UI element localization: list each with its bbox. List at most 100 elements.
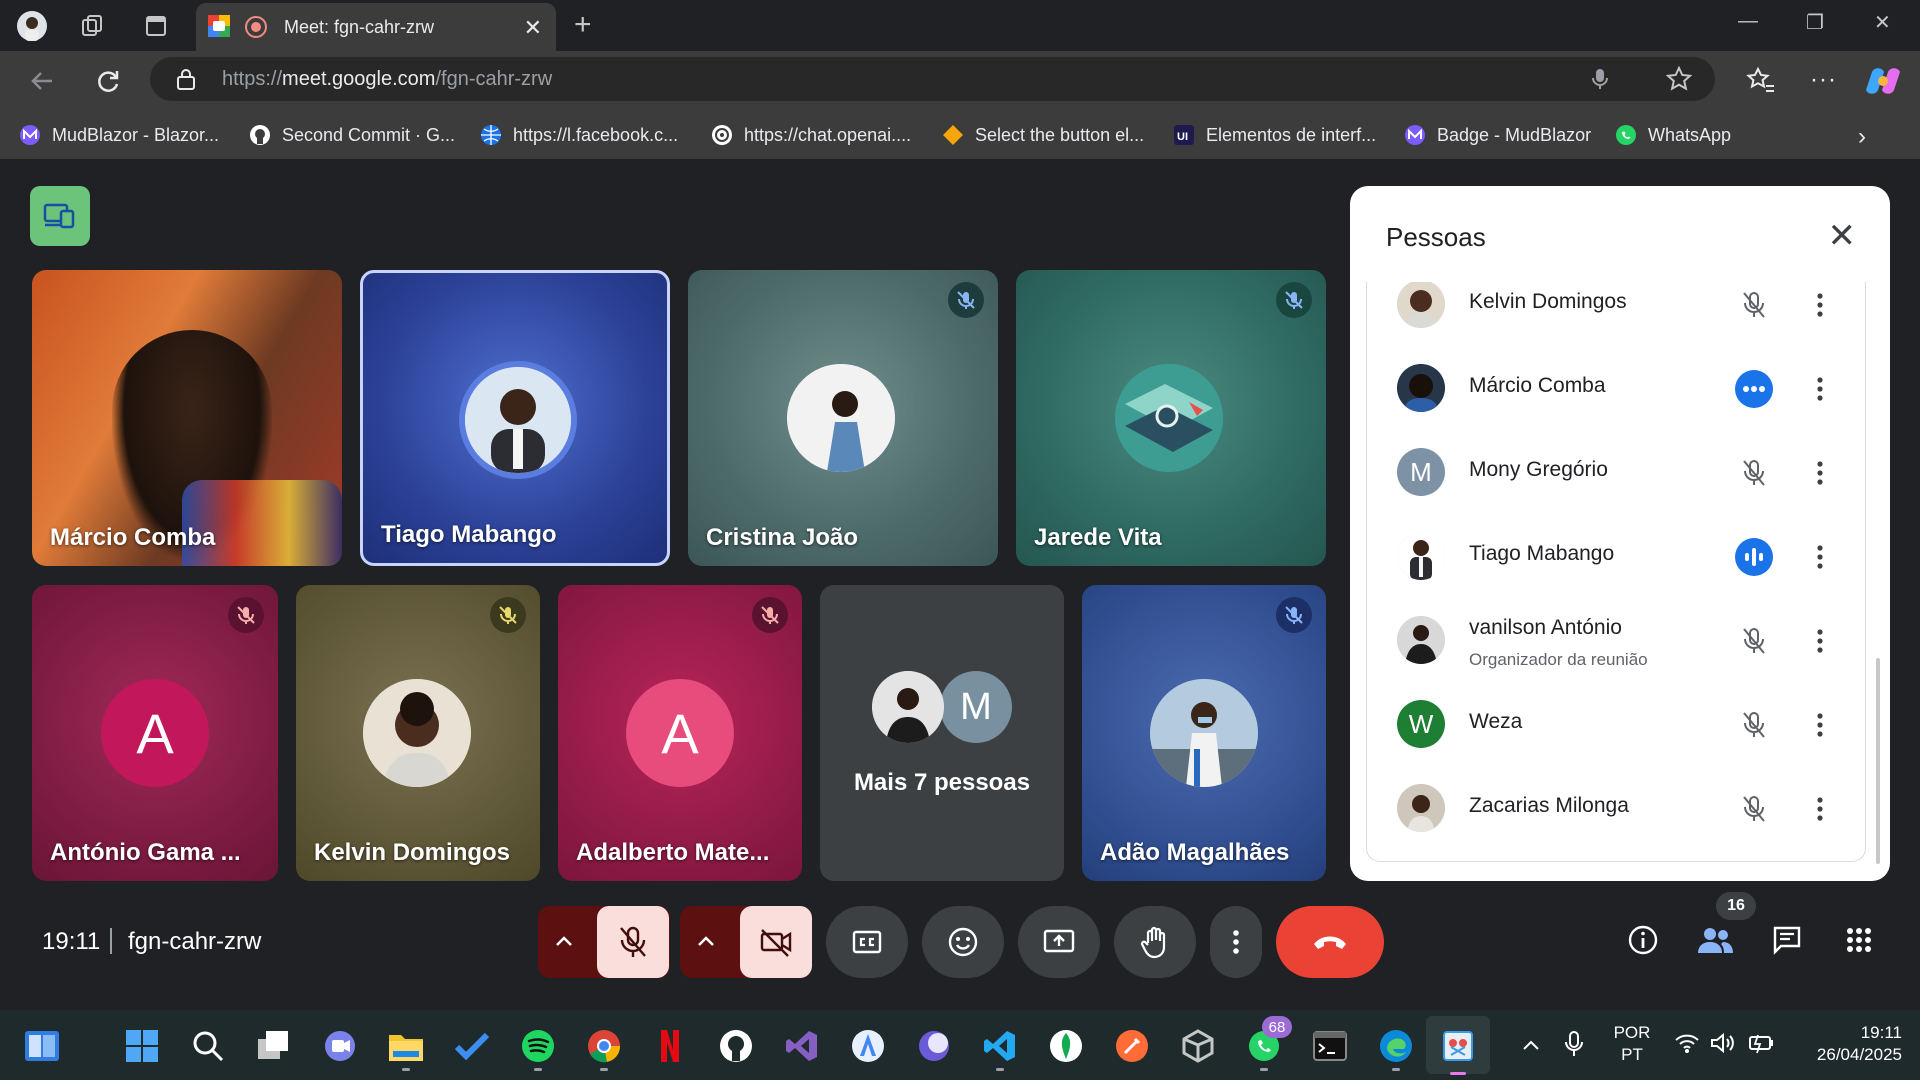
- tab-close-icon[interactable]: ✕: [524, 15, 542, 41]
- companion-mode-button[interactable]: [30, 186, 90, 246]
- copilot-icon[interactable]: [1866, 64, 1900, 98]
- show-hidden-icons-icon[interactable]: [1520, 1034, 1542, 1056]
- bookmarks-overflow-icon[interactable]: ›: [1858, 123, 1866, 151]
- participant-tile-active-speaker[interactable]: Tiago Mabango: [360, 270, 670, 566]
- participant-tile[interactable]: A António Gama ...: [32, 585, 278, 881]
- system-clock[interactable]: 19:11 26/04/2025: [1782, 1022, 1902, 1066]
- participant-tile[interactable]: Jarede Vita: [1016, 270, 1326, 566]
- more-menu-icon[interactable]: ···: [1810, 66, 1837, 94]
- terminal-icon[interactable]: [1312, 1028, 1348, 1064]
- mic-toggle-button[interactable]: [597, 906, 669, 978]
- volume-icon[interactable]: [1710, 1032, 1736, 1054]
- raise-hand-button[interactable]: [1114, 906, 1196, 978]
- list-item[interactable]: Zacarias Milonga: [1367, 766, 1865, 850]
- more-options-icon[interactable]: [1805, 454, 1835, 492]
- battery-icon[interactable]: [1746, 1032, 1774, 1054]
- favorite-star-icon[interactable]: [1666, 66, 1692, 92]
- present-screen-button[interactable]: [1018, 906, 1100, 978]
- task-view-icon[interactable]: [256, 1028, 292, 1064]
- back-icon[interactable]: [28, 67, 56, 95]
- video-options-chevron-icon[interactable]: [694, 930, 718, 954]
- microphone-tray-icon[interactable]: [1564, 1030, 1584, 1058]
- camera-toggle-button[interactable]: [740, 906, 812, 978]
- edge-icon[interactable]: [1378, 1028, 1414, 1064]
- bookmark-whatsapp[interactable]: WhatsApp: [1614, 121, 1731, 149]
- more-options-icon[interactable]: [1805, 538, 1835, 576]
- list-item[interactable]: M Mony Gregório: [1367, 430, 1865, 514]
- muted-icon[interactable]: [1735, 286, 1773, 324]
- more-options-icon[interactable]: [1805, 622, 1835, 660]
- audio-options-chevron-icon[interactable]: [552, 930, 576, 954]
- teams-icon[interactable]: [322, 1028, 358, 1064]
- close-panel-icon[interactable]: ✕: [1828, 216, 1857, 256]
- favorites-icon[interactable]: [1746, 66, 1776, 96]
- panel-scrollbar[interactable]: [1876, 658, 1880, 864]
- bookmark-openai[interactable]: https://chat.openai....: [710, 121, 911, 149]
- more-options-icon[interactable]: [1805, 706, 1835, 744]
- profile-avatar[interactable]: [16, 10, 48, 42]
- bookmark-badge-mudblazor[interactable]: Badge - MudBlazor: [1403, 121, 1591, 149]
- people-button[interactable]: [1690, 915, 1740, 965]
- active-tab[interactable]: Meet: fgn-cahr-zrw ✕: [196, 3, 556, 51]
- list-item[interactable]: W Weza: [1367, 682, 1865, 766]
- workspaces-icon[interactable]: [76, 10, 108, 42]
- bookmark-github[interactable]: Second Commit · G...: [248, 121, 455, 149]
- list-item[interactable]: Kelvin Domingos: [1367, 282, 1865, 346]
- start-icon[interactable]: [124, 1028, 160, 1064]
- android-studio-icon[interactable]: [850, 1028, 886, 1064]
- todo-icon[interactable]: [454, 1028, 490, 1064]
- mic-permission-icon[interactable]: [1590, 67, 1610, 91]
- netflix-icon[interactable]: [652, 1028, 688, 1064]
- participant-tile[interactable]: A Adalberto Mate...: [558, 585, 802, 881]
- bookmark-facebook[interactable]: https://l.facebook.c...: [479, 121, 678, 149]
- bookmark-mudblazor[interactable]: MudBlazor - Blazor...: [18, 121, 219, 149]
- list-item[interactable]: vanilson António Organizador da reunião: [1367, 598, 1865, 682]
- bookmark-elementos[interactable]: UI Elementos de interf...: [1172, 121, 1376, 149]
- leave-call-button[interactable]: [1276, 906, 1384, 978]
- activities-button[interactable]: [1834, 915, 1884, 965]
- meeting-details-button[interactable]: [1618, 915, 1668, 965]
- file-explorer-icon[interactable]: [388, 1028, 424, 1064]
- eclipse-icon[interactable]: [916, 1028, 952, 1064]
- more-options-button[interactable]: [1210, 906, 1262, 978]
- muted-icon[interactable]: [1735, 706, 1773, 744]
- reactions-button[interactable]: [922, 906, 1004, 978]
- muted-icon[interactable]: [1735, 790, 1773, 828]
- list-item[interactable]: Tiago Mabango: [1367, 514, 1865, 598]
- postman-icon[interactable]: [1114, 1028, 1150, 1064]
- lock-icon[interactable]: [176, 68, 196, 90]
- more-options-icon[interactable]: [1805, 370, 1835, 408]
- chrome-icon[interactable]: [586, 1028, 622, 1064]
- github-desktop-icon[interactable]: [718, 1028, 754, 1064]
- more-participants-tile[interactable]: M Mais 7 pessoas: [820, 585, 1064, 881]
- language-indicator[interactable]: POR PT: [1610, 1022, 1654, 1066]
- reload-icon[interactable]: [94, 67, 122, 95]
- participant-tile[interactable]: Kelvin Domingos: [296, 585, 540, 881]
- minimize-button[interactable]: —: [1738, 10, 1758, 33]
- search-icon[interactable]: [190, 1028, 226, 1064]
- chat-button[interactable]: [1762, 915, 1812, 965]
- captions-button[interactable]: [826, 906, 908, 978]
- widgets-icon[interactable]: [24, 1028, 60, 1064]
- restore-button[interactable]: ❐: [1806, 10, 1824, 35]
- bookmark-select-button[interactable]: Select the button el...: [941, 121, 1144, 149]
- list-item[interactable]: Márcio Comba: [1367, 346, 1865, 430]
- participant-tile[interactable]: Adão Magalhães: [1082, 585, 1326, 881]
- new-tab-button[interactable]: +: [574, 8, 592, 42]
- more-options-icon[interactable]: [1805, 790, 1835, 828]
- participant-tile-video[interactable]: Márcio Comba: [32, 270, 342, 566]
- vscode-icon[interactable]: [982, 1028, 1018, 1064]
- visual-studio-icon[interactable]: [784, 1028, 820, 1064]
- wifi-icon[interactable]: [1674, 1032, 1700, 1054]
- muted-icon[interactable]: [1735, 622, 1773, 660]
- address-bar[interactable]: https://meet.google.com/fgn-cahr-zrw: [150, 57, 1715, 101]
- muted-icon[interactable]: [1735, 454, 1773, 492]
- unity-icon[interactable]: [1180, 1028, 1216, 1064]
- close-window-button[interactable]: ✕: [1874, 10, 1891, 35]
- mongodb-icon[interactable]: [1048, 1028, 1084, 1064]
- spotify-icon[interactable]: [520, 1028, 556, 1064]
- more-options-icon[interactable]: [1805, 286, 1835, 324]
- tab-actions-icon[interactable]: [140, 10, 172, 42]
- snipping-tool-icon[interactable]: [1440, 1028, 1476, 1064]
- participant-tile[interactable]: Cristina João: [688, 270, 998, 566]
